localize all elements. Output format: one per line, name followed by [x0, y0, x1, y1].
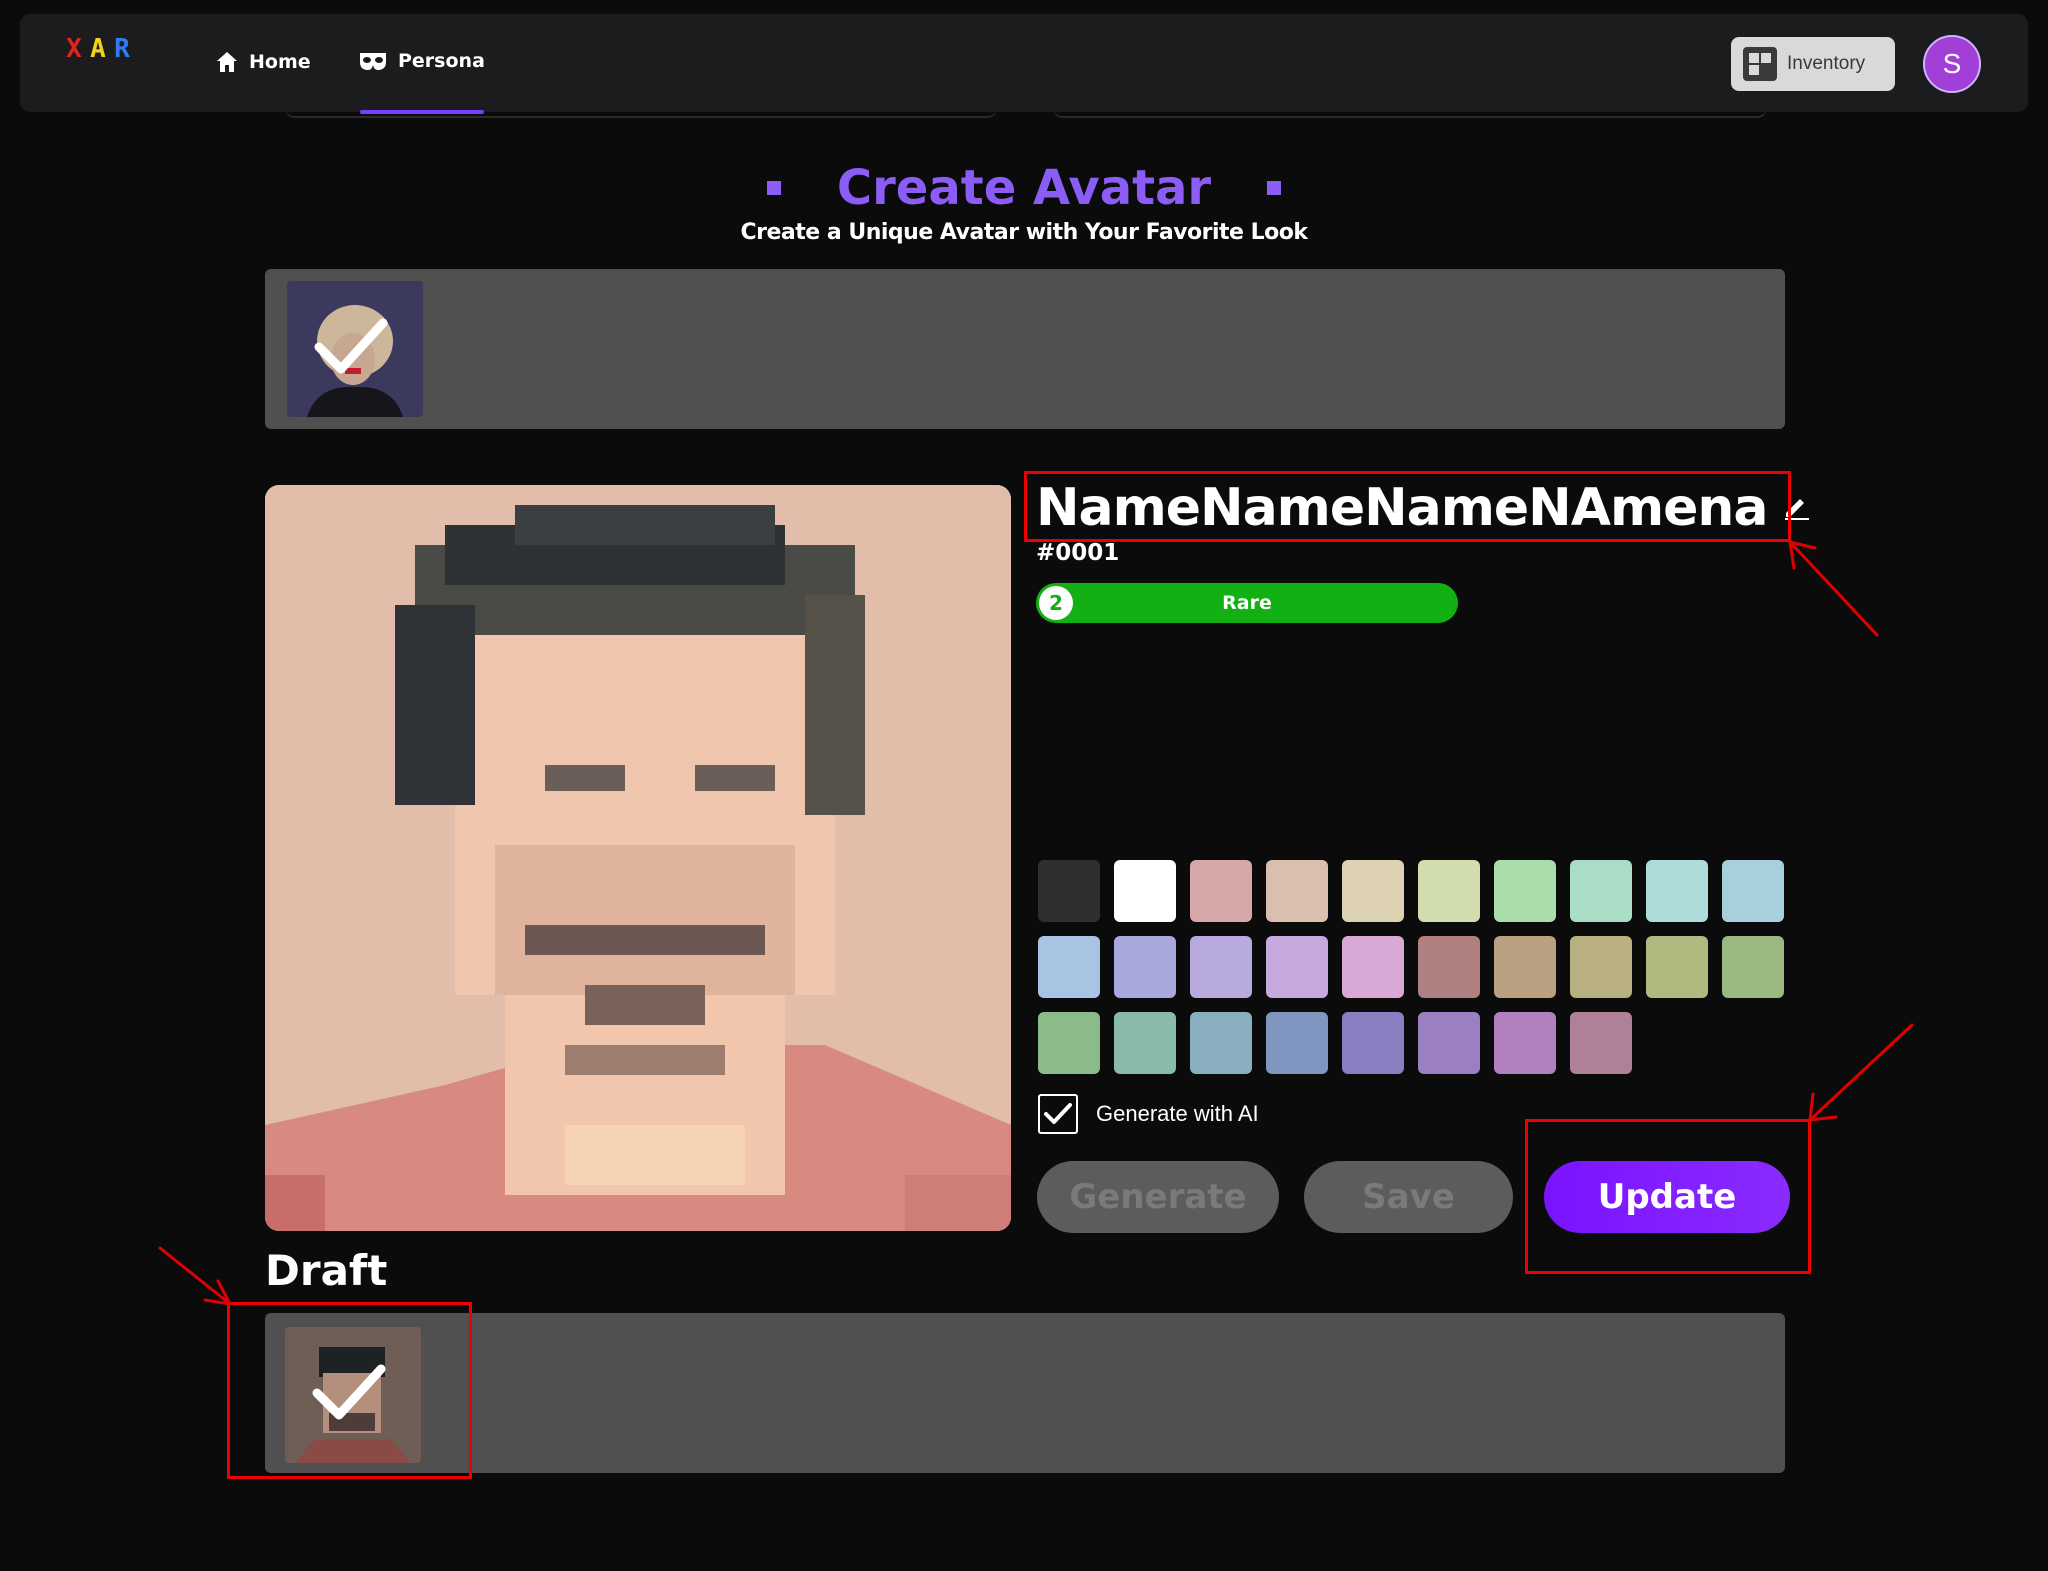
user-avatar[interactable]: S: [1923, 35, 1981, 93]
color-swatch[interactable]: [1266, 1012, 1328, 1074]
nav-persona-label: Persona: [398, 50, 485, 72]
color-swatch[interactable]: [1722, 860, 1784, 922]
color-swatch[interactable]: [1038, 1012, 1100, 1074]
color-swatch[interactable]: [1038, 860, 1100, 922]
inventory-label: Inventory: [1787, 53, 1866, 74]
color-swatch[interactable]: [1494, 860, 1556, 922]
logo-letter-r: R: [114, 34, 130, 64]
color-swatch[interactable]: [1190, 936, 1252, 998]
color-swatch[interactable]: [1570, 860, 1632, 922]
generate-with-ai-option[interactable]: Generate with AI: [1038, 1094, 1259, 1134]
color-swatch[interactable]: [1342, 936, 1404, 998]
nav-persona[interactable]: Persona: [358, 50, 485, 72]
annotation-box-update: [1525, 1119, 1811, 1274]
color-swatch[interactable]: [1342, 1012, 1404, 1074]
level-badge: 2: [1039, 586, 1073, 620]
rarity-label: Rare: [1222, 592, 1272, 614]
draft-strip: [265, 1313, 1785, 1473]
color-swatch[interactable]: [1114, 936, 1176, 998]
active-tab-indicator: [360, 110, 484, 114]
color-swatch[interactable]: [1494, 936, 1556, 998]
inventory-icon: [1743, 47, 1777, 81]
check-icon: [314, 318, 388, 374]
page-title: Create Avatar: [836, 160, 1212, 216]
color-swatch[interactable]: [1266, 936, 1328, 998]
draft-heading: Draft: [265, 1246, 388, 1295]
avatar-thumbnail-selected[interactable]: [287, 281, 423, 417]
color-swatch[interactable]: [1418, 936, 1480, 998]
avatar-id-tag: #0001: [1036, 540, 1120, 566]
annotation-box-draft: [227, 1302, 472, 1479]
generate-with-ai-checkbox[interactable]: [1038, 1094, 1078, 1134]
color-swatch[interactable]: [1342, 860, 1404, 922]
top-nav-bar: [20, 14, 2028, 112]
color-swatch[interactable]: [1114, 860, 1176, 922]
color-swatch[interactable]: [1646, 936, 1708, 998]
color-swatch[interactable]: [1418, 1012, 1480, 1074]
rarity-bar: 2 Rare: [1036, 583, 1458, 623]
logo-letter-x: X: [66, 34, 82, 64]
page-header: Create Avatar: [0, 160, 2048, 216]
inventory-button[interactable]: Inventory: [1731, 37, 1895, 91]
annotation-box-name: [1024, 471, 1791, 542]
avatar-preview-image: [265, 485, 1011, 1231]
color-swatch[interactable]: [1570, 1012, 1632, 1074]
mask-icon: [358, 50, 388, 72]
title-decoration-square: [766, 181, 781, 195]
color-palette: [1038, 860, 1786, 1074]
avatar-strip: [265, 269, 1785, 429]
color-swatch[interactable]: [1038, 936, 1100, 998]
nav-home[interactable]: Home: [215, 50, 311, 74]
color-swatch[interactable]: [1190, 1012, 1252, 1074]
color-swatch[interactable]: [1190, 860, 1252, 922]
color-swatch[interactable]: [1114, 1012, 1176, 1074]
save-button[interactable]: Save: [1304, 1161, 1513, 1233]
logo-letter-a: A: [90, 34, 106, 64]
color-swatch[interactable]: [1494, 1012, 1556, 1074]
color-swatch[interactable]: [1570, 936, 1632, 998]
color-swatch[interactable]: [1418, 860, 1480, 922]
nav-home-label: Home: [249, 51, 311, 73]
title-decoration-square: [1267, 181, 1282, 195]
generate-button[interactable]: Generate: [1037, 1161, 1279, 1233]
xar-logo[interactable]: X A R: [64, 33, 132, 79]
checkmark-icon: [1044, 1103, 1072, 1124]
page-subtitle: Create a Unique Avatar with Your Favorit…: [740, 220, 1308, 245]
color-swatch[interactable]: [1722, 936, 1784, 998]
avatar-initial: S: [1942, 48, 1962, 79]
generate-with-ai-label: Generate with AI: [1096, 1101, 1259, 1126]
color-swatch[interactable]: [1646, 860, 1708, 922]
color-swatch[interactable]: [1266, 860, 1328, 922]
home-icon: [215, 50, 239, 74]
